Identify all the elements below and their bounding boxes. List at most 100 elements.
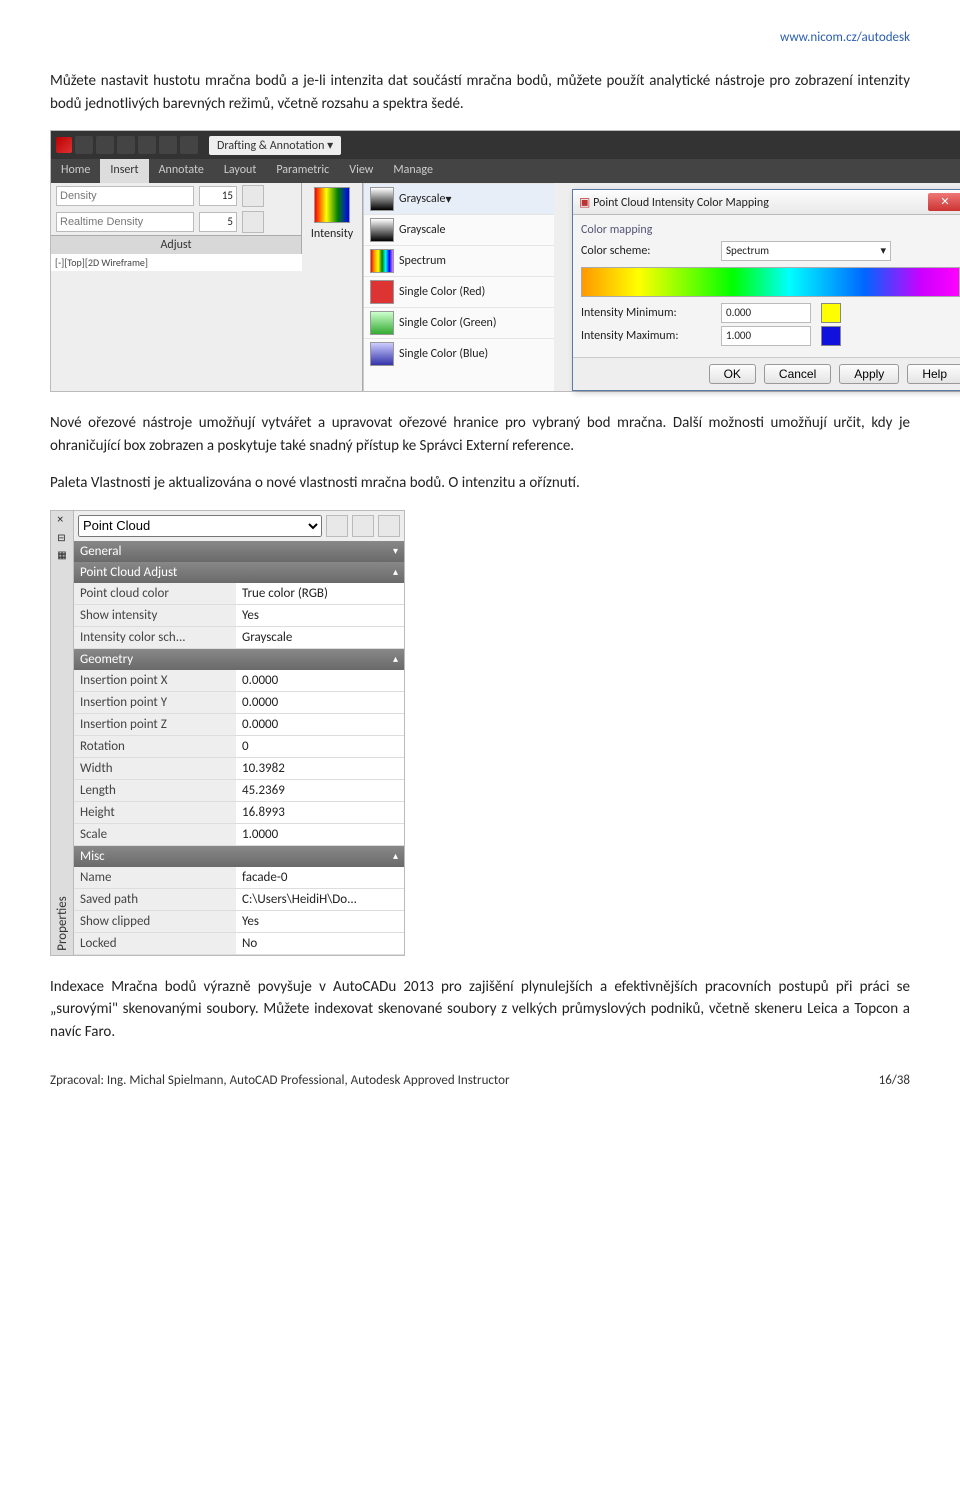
help-button[interactable]: Help (907, 364, 960, 384)
intensity-button-icon[interactable] (314, 187, 350, 223)
prop-key: Scale (74, 824, 236, 845)
pickadd-icon[interactable] (352, 515, 374, 537)
palette-close-icon[interactable]: × (55, 511, 68, 529)
section-misc[interactable]: Misc▴ (74, 846, 404, 867)
table-row: Length45.2369 (74, 780, 404, 802)
cancel-button[interactable]: Cancel (764, 364, 831, 384)
section-geometry[interactable]: Geometry▴ (74, 649, 404, 670)
table-row: Show intensityYes (74, 605, 404, 627)
prop-key: Width (74, 758, 236, 779)
grayscale-btn[interactable]: Grayscale (399, 192, 446, 206)
prop-value[interactable]: Grayscale (236, 627, 404, 648)
apply-button[interactable]: Apply (839, 364, 899, 384)
realtime-density-value[interactable]: 5 (199, 212, 237, 232)
prop-value[interactable]: Yes (236, 605, 404, 626)
paragraph-1: Můžete nastavit hustotu mračna bodů a je… (50, 70, 910, 115)
realtime-slider-icon[interactable] (242, 211, 264, 233)
adjust-panel: 15 5 Adjust (51, 183, 302, 254)
table-row: Saved pathC:\Users\HeidiH\Do... (74, 889, 404, 911)
selectobjects-icon[interactable] (378, 515, 400, 537)
chevron-up-icon: ▴ (393, 849, 398, 864)
palette-menu-icon[interactable]: ▦ (55, 546, 68, 563)
prop-key: Intensity color sch... (74, 627, 236, 648)
prop-key: Locked (74, 933, 236, 954)
palette-title: Properties (55, 896, 70, 951)
workspace-label: Drafting & Annotation (217, 139, 324, 153)
properties-panel: Point Cloud General▾ Point Cloud Adjust▴… (73, 510, 405, 956)
prop-key: Height (74, 802, 236, 823)
chevron-up-icon: ▴ (393, 565, 398, 580)
intensity-label: Intensity (302, 227, 362, 245)
paragraph-4: Indexace Mračna bodů výrazně povyšuje v … (50, 976, 910, 1044)
prop-key: Show clipped (74, 911, 236, 932)
prop-value[interactable]: 0.0000 (236, 692, 404, 713)
prop-value[interactable]: facade-0 (236, 867, 404, 888)
prop-value[interactable]: 1.0000 (236, 824, 404, 845)
tab-layout[interactable]: Layout (214, 159, 267, 183)
opt-spectrum[interactable]: Spectrum (399, 254, 446, 268)
prop-value[interactable]: Yes (236, 911, 404, 932)
density-input[interactable] (56, 186, 194, 206)
qat-redo-icon[interactable] (159, 136, 177, 154)
opt-red[interactable]: Single Color (Red) (399, 285, 485, 299)
qat-print-icon[interactable] (180, 136, 198, 154)
tab-parametric[interactable]: Parametric (266, 159, 339, 183)
prop-value[interactable]: 0 (236, 736, 404, 757)
opt-green[interactable]: Single Color (Green) (399, 316, 496, 330)
opt-grayscale[interactable]: Grayscale (399, 223, 446, 237)
object-type-select[interactable]: Point Cloud (78, 515, 322, 537)
section-general[interactable]: General▾ (74, 541, 404, 562)
tab-insert[interactable]: Insert (100, 159, 148, 183)
max-color-swatch[interactable] (821, 326, 841, 346)
density-slider-icon[interactable] (242, 185, 264, 207)
opt-blue[interactable]: Single Color (Blue) (399, 347, 488, 361)
min-label: Intensity Minimum: (581, 306, 711, 320)
prop-value[interactable]: True color (RGB) (236, 583, 404, 604)
table-row: Show clippedYes (74, 911, 404, 933)
min-input[interactable]: 0.000 (721, 303, 811, 323)
table-row: Namefacade-0 (74, 867, 404, 889)
table-row: Height16.8993 (74, 802, 404, 824)
max-label: Intensity Maximum: (581, 329, 711, 343)
tab-manage[interactable]: Manage (383, 159, 443, 183)
workspace-selector[interactable]: Drafting & Annotation ▾ (209, 136, 341, 155)
grayscale-swatch-icon (370, 187, 394, 211)
prop-value[interactable]: 45.2369 (236, 780, 404, 801)
qat-new-icon[interactable] (75, 136, 93, 154)
prop-value[interactable]: No (236, 933, 404, 954)
max-input[interactable]: 1.000 (721, 326, 811, 346)
palette-pin-icon[interactable]: ⊟ (55, 529, 68, 546)
prop-key: Rotation (74, 736, 236, 757)
app-logo-icon[interactable] (56, 137, 72, 153)
viewport-label[interactable]: [-][Top][2D Wireframe] (51, 254, 302, 271)
titlebar: Drafting & Annotation ▾ (51, 131, 960, 159)
prop-value[interactable]: 0.0000 (236, 670, 404, 691)
tab-home[interactable]: Home (51, 159, 100, 183)
prop-key: Point cloud color (74, 583, 236, 604)
prop-key: Name (74, 867, 236, 888)
tab-view[interactable]: View (339, 159, 383, 183)
realtime-density-input[interactable] (56, 212, 194, 232)
adjust-panel-label: Adjust (51, 235, 301, 254)
prop-value[interactable]: C:\Users\HeidiH\Do... (236, 889, 404, 910)
qat-save-icon[interactable] (117, 136, 135, 154)
min-color-swatch[interactable] (821, 303, 841, 323)
section-adjust[interactable]: Point Cloud Adjust▴ (74, 562, 404, 583)
scheme-select[interactable]: Spectrum▾ (721, 241, 891, 261)
prop-value[interactable]: 10.3982 (236, 758, 404, 779)
close-icon[interactable]: ✕ (928, 193, 960, 211)
density-value[interactable]: 15 (199, 186, 237, 206)
qat-open-icon[interactable] (96, 136, 114, 154)
tab-annotate[interactable]: Annotate (149, 159, 214, 183)
ribbon-tabs: Home Insert Annotate Layout Parametric V… (51, 159, 960, 183)
qat-undo-icon[interactable] (138, 136, 156, 154)
chevron-down-icon: ▾ (393, 544, 398, 559)
spectrum-icon (370, 249, 394, 273)
green-icon (370, 311, 394, 335)
ok-button[interactable]: OK (709, 364, 756, 384)
header-link[interactable]: www.nicom.cz/autodesk (50, 30, 910, 45)
prop-value[interactable]: 0.0000 (236, 714, 404, 735)
prop-value[interactable]: 16.8993 (236, 802, 404, 823)
quickselect-icon[interactable] (326, 515, 348, 537)
spectrum-preview (581, 267, 960, 297)
